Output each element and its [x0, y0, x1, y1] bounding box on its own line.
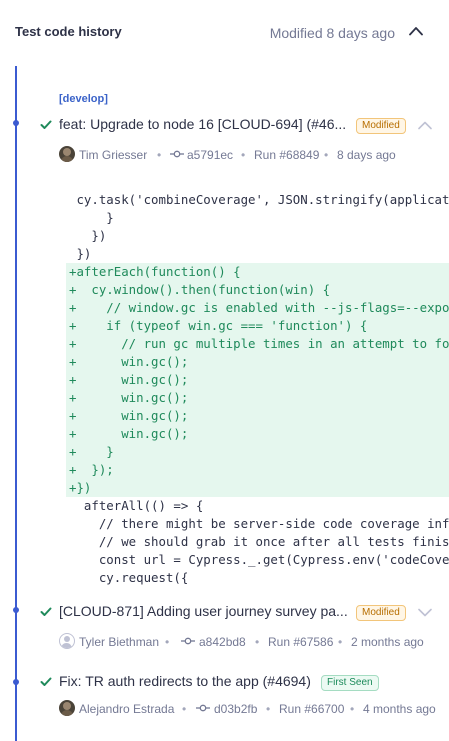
- commit-author: Tim Griesser: [79, 148, 148, 162]
- commit-meta: Tyler Biethman • a842bd8 • Run #67586 • …: [59, 633, 449, 651]
- code-line-added: + }: [66, 443, 449, 461]
- check-icon: [40, 677, 52, 686]
- commit-icon: [181, 637, 195, 645]
- status-badge: First Seen: [321, 675, 379, 691]
- code-line-added: + win.gc();: [66, 425, 449, 443]
- commit-meta: Tim Griesser • a5791ec • Run #68849 • 8 …: [59, 146, 449, 164]
- code-line-added: + win.gc();: [66, 407, 449, 425]
- commit-title[interactable]: [CLOUD-871] Adding user journey survey p…: [59, 603, 348, 619]
- chevron-up-icon[interactable]: [409, 26, 423, 36]
- code-line-added: + win.gc();: [66, 371, 449, 389]
- commit-time: 4 months ago: [363, 702, 436, 716]
- separator-dot: •: [157, 148, 162, 162]
- branch-label: [develop]: [59, 93, 108, 105]
- separator-dot: •: [255, 635, 260, 649]
- code-line-added: + cy.window().then(function(win) {: [66, 281, 449, 299]
- code-line-added: +}): [66, 479, 449, 497]
- commit-sha[interactable]: d03b2fb: [214, 702, 257, 716]
- code-line-added: + win.gc();: [66, 353, 449, 371]
- commit-time: 2 months ago: [351, 635, 424, 649]
- status-badge: Modified: [356, 605, 406, 621]
- commit-sha[interactable]: a5791ec: [187, 148, 233, 162]
- code-line-added: + // window.gc is enabled with --js-flag…: [66, 299, 449, 317]
- code-line: cy.request({: [69, 570, 189, 585]
- status-badge: Modified: [356, 118, 406, 134]
- code-line: cy.task('combineCoverage', JSON.stringif…: [69, 192, 449, 207]
- panel-title: Test code history: [15, 24, 122, 39]
- commit-author: Alejandro Estrada: [79, 702, 175, 716]
- avatar: [59, 633, 75, 649]
- code-line: }): [69, 228, 107, 243]
- avatar: [59, 700, 75, 716]
- separator-dot: •: [324, 148, 329, 162]
- timeline-dot: [13, 679, 19, 685]
- code-line: }): [69, 246, 92, 261]
- commit-sha[interactable]: a842bd8: [199, 635, 246, 649]
- commit-row[interactable]: feat: Upgrade to node 16 [CLOUD-694] (#4…: [40, 116, 440, 136]
- code-line-added: + win.gc();: [66, 389, 449, 407]
- run-link[interactable]: Run #66700: [279, 702, 344, 716]
- commit-time: 8 days ago: [337, 148, 396, 162]
- separator-dot: •: [165, 635, 170, 649]
- run-link[interactable]: Run #67586: [268, 635, 333, 649]
- separator-dot: •: [182, 702, 187, 716]
- code-line: // there might be server-side code cover…: [69, 516, 449, 531]
- code-line-added: + });: [66, 461, 449, 479]
- separator-dot: •: [338, 635, 343, 649]
- avatar: [59, 146, 75, 162]
- timeline-dot: [13, 607, 19, 613]
- commit-row[interactable]: Fix: TR auth redirects to the app (#4694…: [40, 673, 440, 693]
- timeline-line: [15, 66, 17, 741]
- commit-icon: [196, 704, 210, 712]
- code-line-added: + if (typeof win.gc === 'function') {: [66, 317, 449, 335]
- commit-title[interactable]: Fix: TR auth redirects to the app (#4694…: [59, 673, 311, 689]
- separator-dot: •: [350, 702, 355, 716]
- separator-dot: •: [241, 148, 246, 162]
- code-line: }: [69, 210, 114, 225]
- separator-dot: •: [266, 702, 271, 716]
- check-icon: [40, 120, 52, 129]
- check-icon: [40, 607, 52, 616]
- modified-summary: Modified 8 days ago: [269, 25, 395, 41]
- commit-icon: [170, 150, 184, 158]
- code-line: const url = Cypress._.get(Cypress.env('c…: [69, 552, 449, 567]
- code-diff: cy.task('combineCoverage', JSON.stringif…: [66, 191, 449, 587]
- commit-row[interactable]: [CLOUD-871] Adding user journey survey p…: [40, 603, 440, 623]
- code-line: // we should grab it once after all test…: [69, 534, 449, 549]
- timeline-dot: [13, 120, 19, 126]
- commit-author: Tyler Biethman: [79, 635, 160, 649]
- chevron-down-icon[interactable]: [418, 608, 432, 617]
- code-line-added: +afterEach(function() {: [66, 263, 449, 281]
- code-line-added: + // run gc multiple times in an attempt…: [66, 335, 449, 353]
- commit-title[interactable]: feat: Upgrade to node 16 [CLOUD-694] (#4…: [59, 116, 346, 132]
- run-link[interactable]: Run #68849: [254, 148, 319, 162]
- code-line: afterAll(() => {: [69, 498, 204, 513]
- history-header[interactable]: Test code history Modified 8 days ago: [0, 0, 449, 66]
- commit-meta: Alejandro Estrada • d03b2fb • Run #66700…: [59, 700, 449, 718]
- chevron-up-icon[interactable]: [418, 121, 432, 130]
